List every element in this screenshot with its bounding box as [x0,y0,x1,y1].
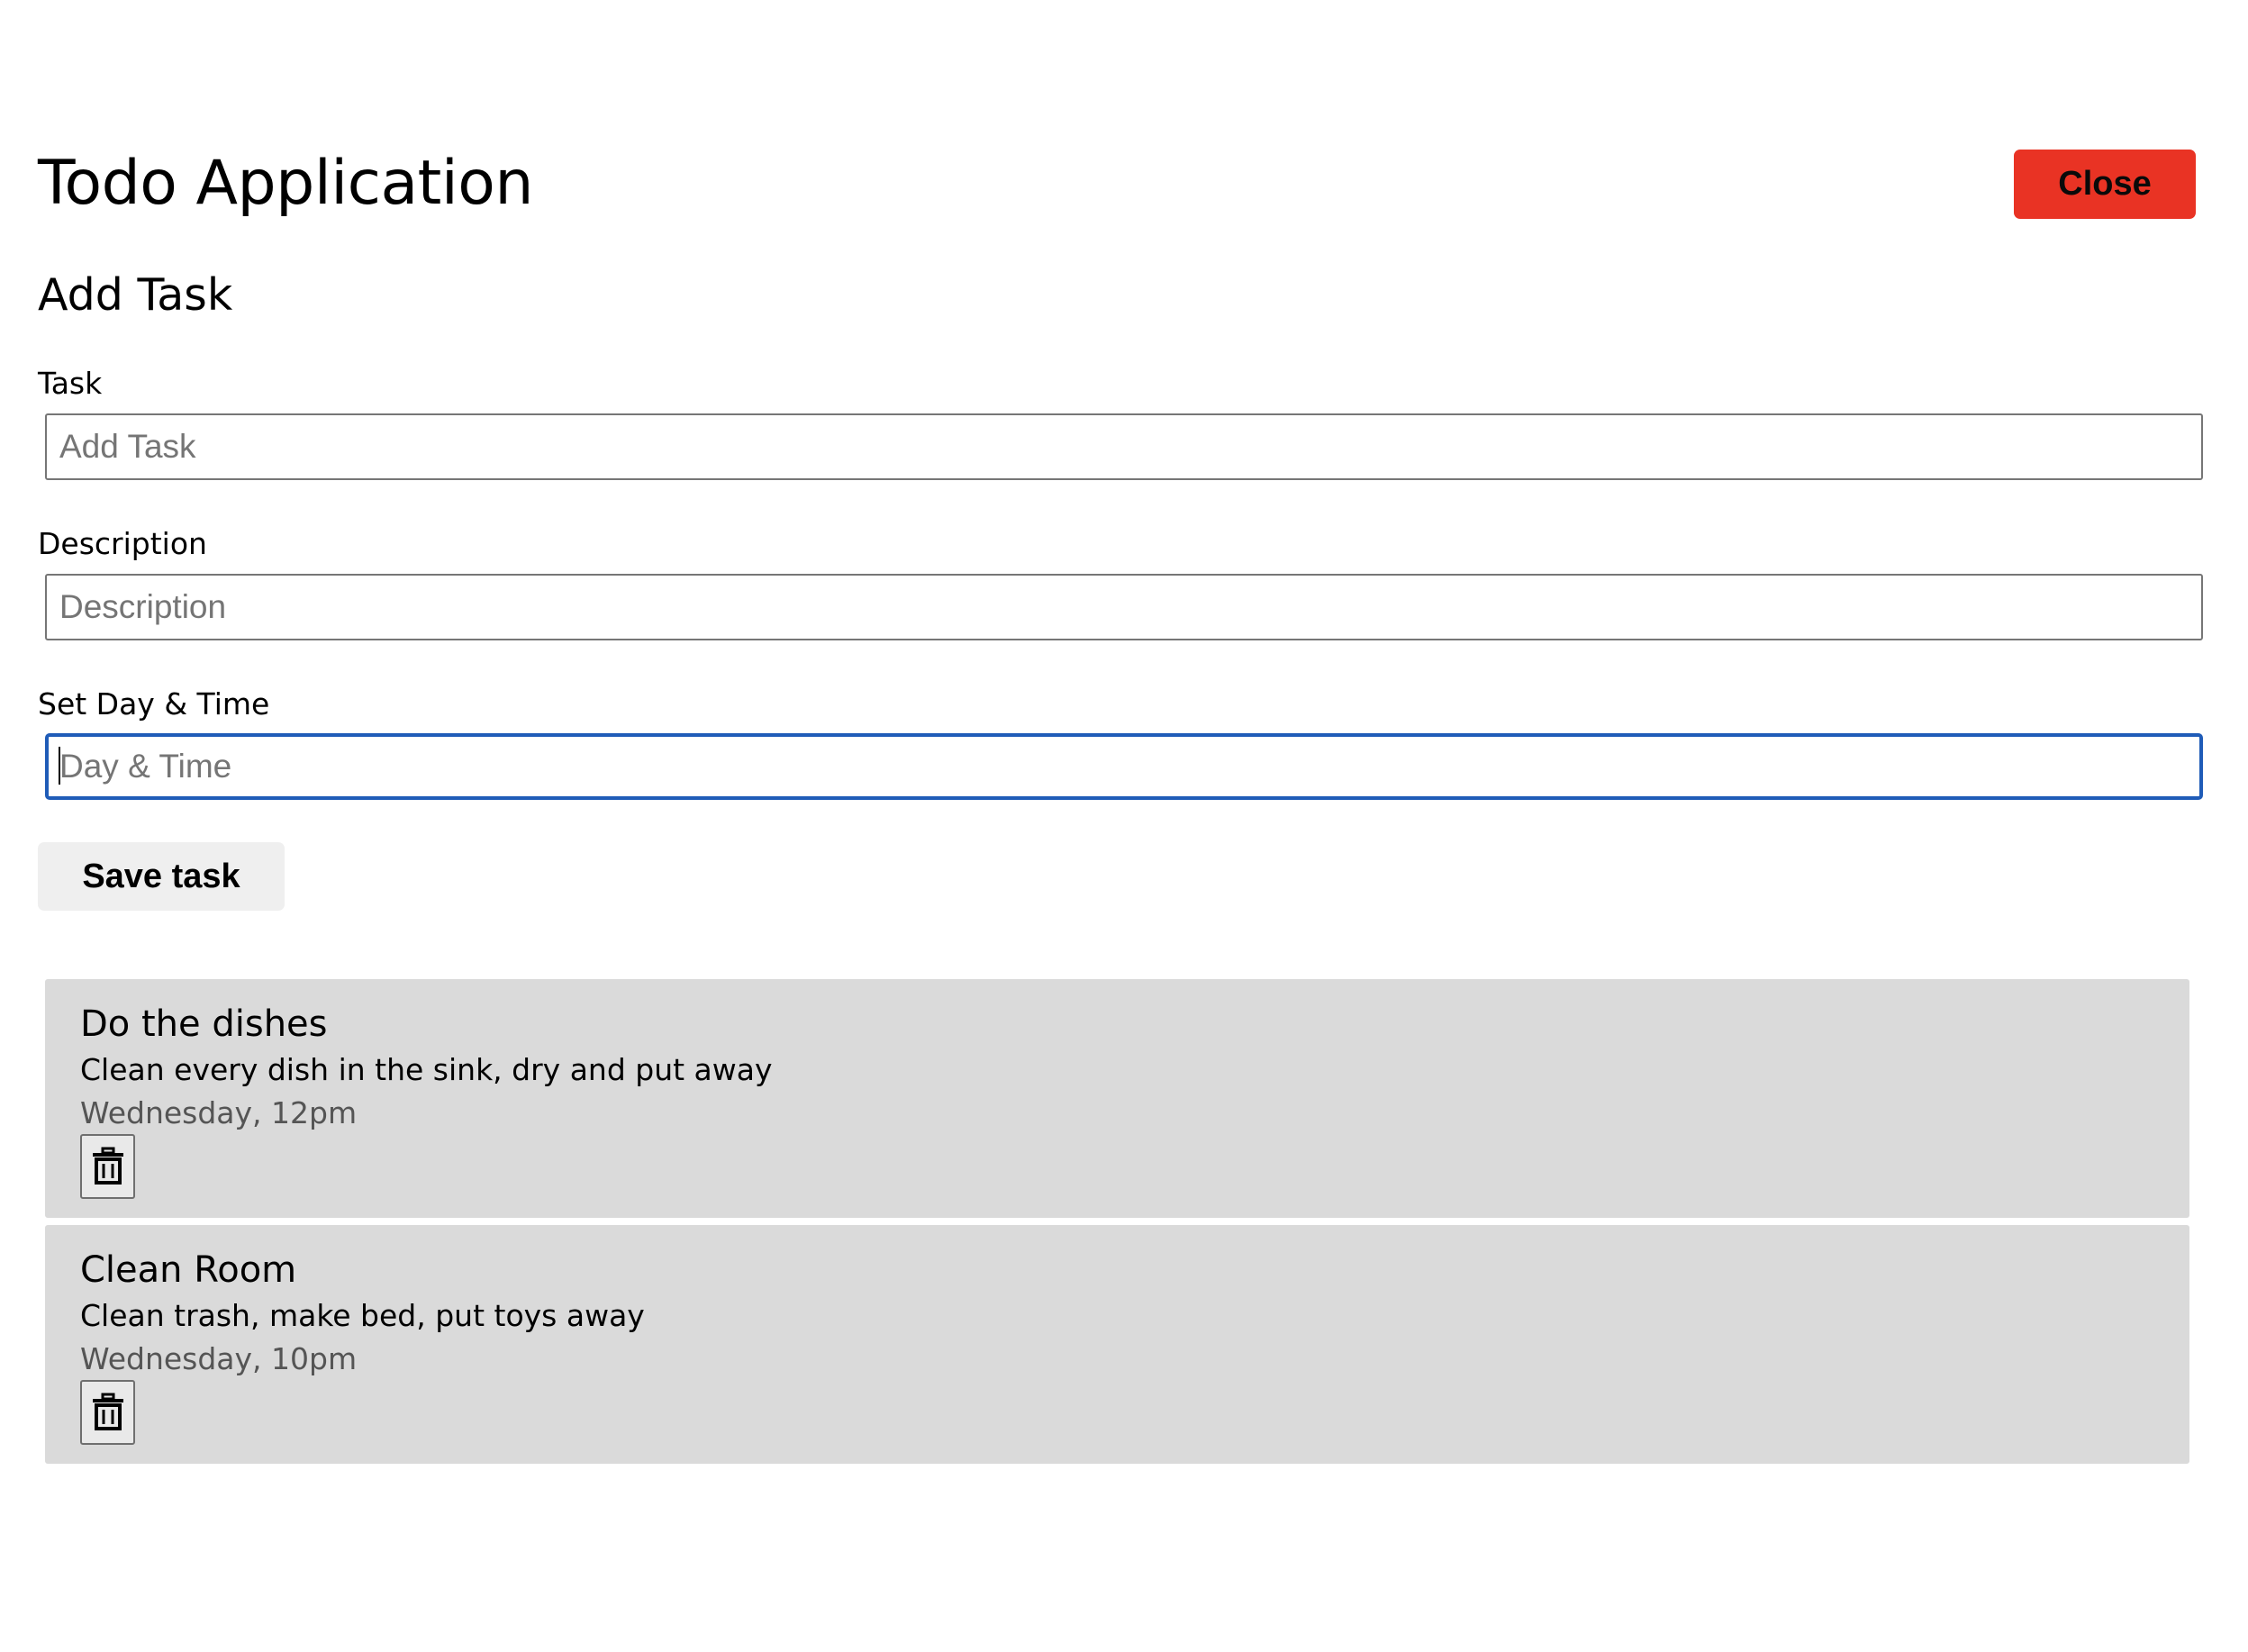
task-input[interactable] [45,413,2203,480]
day-time-label: Set Day & Time [38,686,270,722]
todo-app: Todo Application Close Add Task Task Des… [0,0,2248,1652]
task-card: Clean Room Clean trash, make bed, put to… [45,1225,2189,1464]
description-label: Description [38,526,207,561]
task-name: Do the dishes [80,1003,328,1045]
task-card: Do the dishes Clean every dish in the si… [45,979,2189,1218]
delete-task-button[interactable] [80,1380,135,1445]
trash-icon [92,1147,123,1185]
close-button[interactable]: Close [2014,150,2196,219]
add-task-heading: Add Task [38,269,233,321]
description-input[interactable] [45,574,2203,640]
delete-task-button[interactable] [80,1134,135,1199]
task-day-time: Wednesday, 10pm [80,1341,358,1376]
app-title: Todo Application [38,148,533,219]
trash-icon [92,1393,123,1430]
task-name: Clean Room [80,1249,297,1291]
text-caret [59,747,60,785]
task-description: Clean trash, make bed, put toys away [80,1298,645,1333]
task-day-time: Wednesday, 12pm [80,1095,358,1130]
task-description: Clean every dish in the sink, dry and pu… [80,1052,773,1087]
task-label: Task [38,366,103,401]
day-time-input[interactable] [45,733,2203,800]
save-task-button[interactable]: Save task [38,842,285,911]
